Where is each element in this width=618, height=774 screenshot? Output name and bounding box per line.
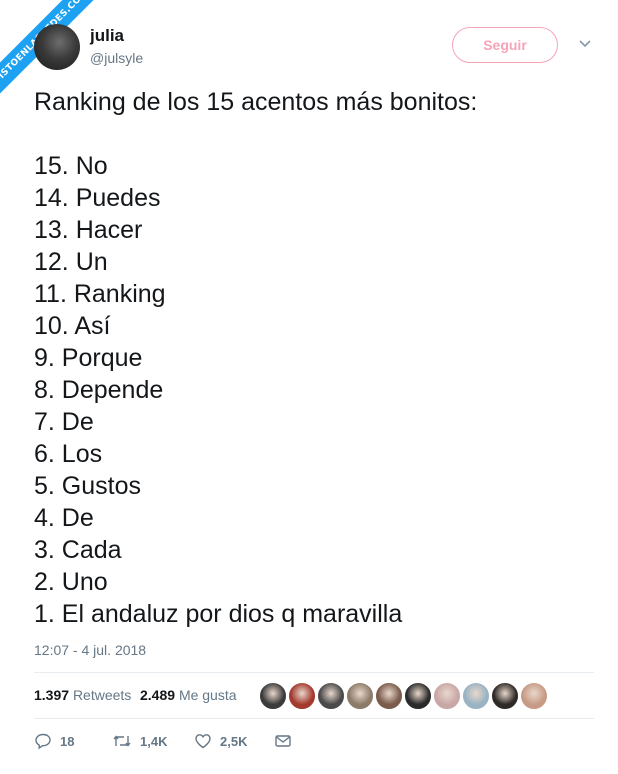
liker-avatar[interactable] (346, 682, 374, 710)
likes-count: 2.489 (140, 687, 176, 703)
retweets-label: Retweets (72, 687, 132, 703)
tweet-timestamp[interactable]: 12:07 - 4 jul. 2018 (34, 642, 146, 658)
list-item: 10. Así (34, 312, 111, 340)
heart-icon (194, 732, 212, 750)
list-item: 5. Gustos (34, 472, 141, 500)
list-item: 4. De (34, 504, 94, 532)
list-item: 14. Puedes (34, 184, 161, 212)
tweet-text: Ranking de los 15 acentos más bonitos: 1… (34, 86, 594, 630)
like-button[interactable]: 2,5K (194, 732, 247, 750)
list-item: 1. El andaluz por dios q maravilla (34, 600, 403, 628)
liker-avatar[interactable] (259, 682, 287, 710)
liker-avatar[interactable] (462, 682, 490, 710)
list-item: 9. Porque (34, 344, 143, 372)
liker-avatar[interactable] (491, 682, 519, 710)
tweet-intro: Ranking de los 15 acentos más bonitos: (34, 88, 478, 116)
liker-avatar[interactable] (433, 682, 461, 710)
divider (34, 718, 594, 719)
message-button[interactable] (274, 732, 292, 750)
chevron-down-icon[interactable] (578, 36, 592, 52)
follow-button[interactable]: Seguir (452, 27, 558, 63)
like-count: 2,5K (220, 733, 248, 749)
retweets-stat[interactable]: 1.397 Retweets (34, 687, 131, 703)
reply-count: 18 (60, 733, 75, 749)
avatar[interactable] (34, 24, 80, 70)
list-item: 6. Los (34, 440, 103, 468)
liker-avatar[interactable] (317, 682, 345, 710)
likes-label: Me gusta (178, 687, 237, 703)
retweet-icon (112, 732, 132, 750)
user-handle[interactable]: @julsyle (90, 50, 143, 66)
likes-stat[interactable]: 2.489 Me gusta (140, 687, 237, 703)
ranking-list: 15. No 14. Puedes 13. Hacer 12. Un 11. R… (34, 150, 594, 630)
envelope-icon (274, 732, 292, 750)
list-item: 8. Depende (34, 376, 164, 404)
liker-avatar[interactable] (404, 682, 432, 710)
list-item: 11. Ranking (34, 280, 166, 308)
engagement-stats: 1.397 Retweets 2.489 Me gusta (34, 680, 594, 710)
list-item: 3. Cada (34, 536, 122, 564)
list-item: 13. Hacer (34, 216, 143, 244)
list-item: 15. No (34, 152, 108, 180)
user-name[interactable]: julia (90, 26, 124, 46)
retweet-count: 1,4K (140, 733, 168, 749)
reply-button[interactable]: 18 (34, 732, 74, 750)
retweets-count: 1.397 (34, 687, 70, 703)
liker-avatar[interactable] (375, 682, 403, 710)
list-item: 2. Uno (34, 568, 108, 596)
tweet-header: julia @julsyle Seguir (34, 24, 598, 72)
list-item: 7. De (34, 408, 94, 436)
retweet-button[interactable]: 1,4K (112, 732, 167, 750)
list-item: 12. Un (34, 248, 108, 276)
tweet-actions: 18 1,4K 2,5K (34, 730, 594, 754)
liker-avatar[interactable] (520, 682, 548, 710)
reply-icon (34, 732, 52, 750)
divider (34, 672, 594, 673)
liker-avatar[interactable] (288, 682, 316, 710)
